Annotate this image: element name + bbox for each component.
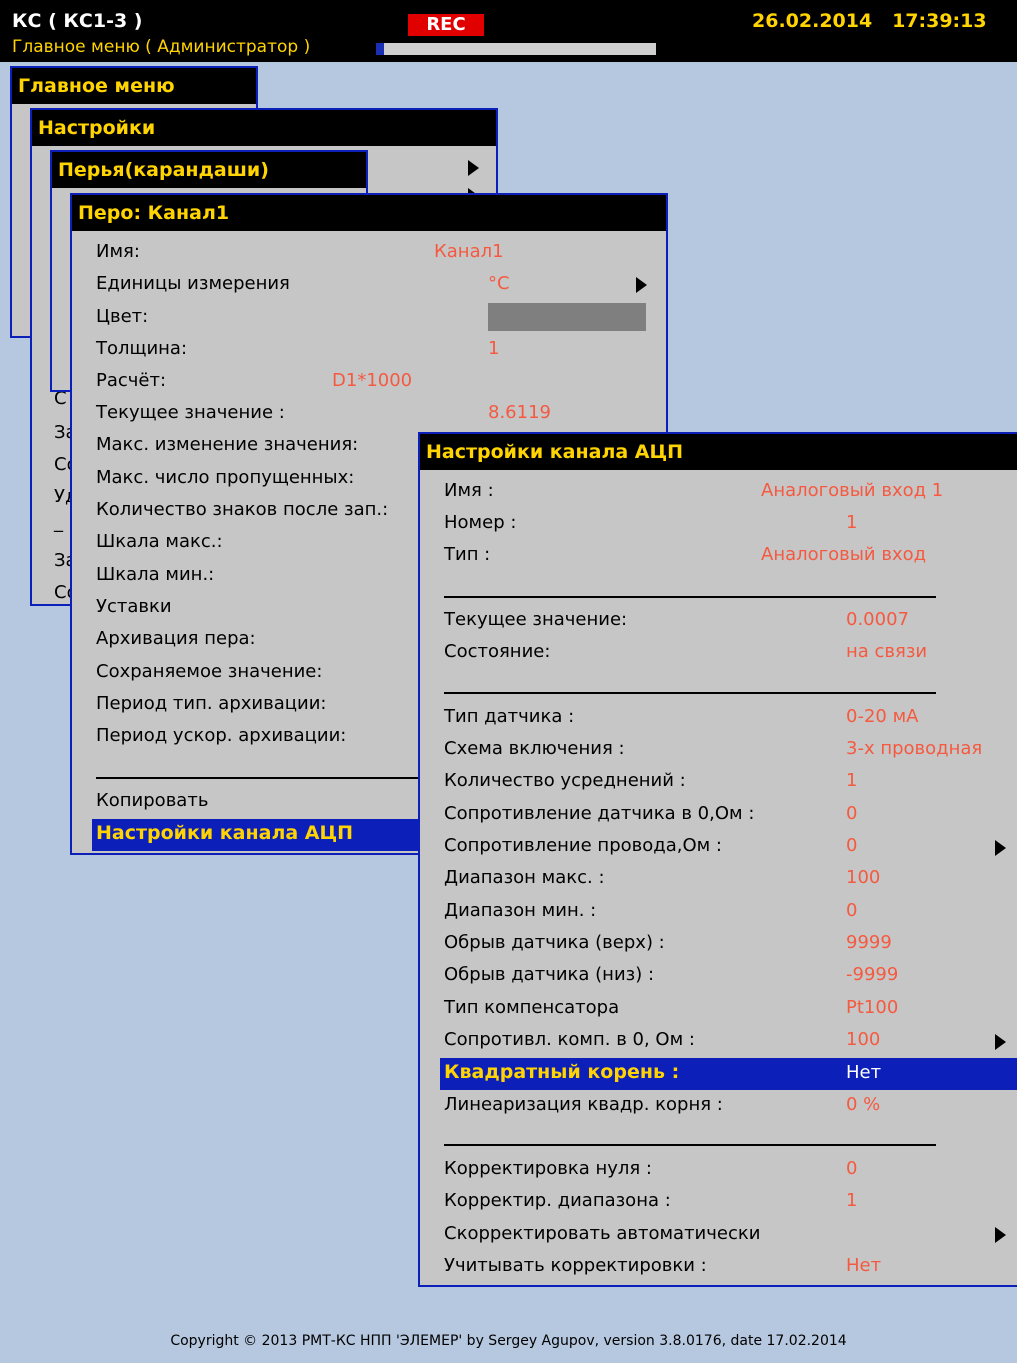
- adc-comp-res-value: 100: [846, 1029, 881, 1050]
- device-title: КС ( КС1-3 ): [12, 10, 143, 32]
- copy-button[interactable]: Копировать: [96, 790, 208, 811]
- main-menu-title[interactable]: Главное меню: [12, 68, 256, 104]
- adc-range-min-label[interactable]: Диапазон мин. :: [444, 900, 596, 921]
- pen-archive-period-label[interactable]: Период тип. архивации:: [96, 693, 326, 714]
- breadcrumb: Главное меню ( Администратор ): [12, 37, 311, 57]
- adc-current-label[interactable]: Текущее значение:: [444, 609, 627, 630]
- adc-current-value: 0.0007: [846, 609, 909, 630]
- adc-scheme-label[interactable]: Схема включения :: [444, 738, 625, 759]
- pen-thickness-value: 1: [488, 338, 500, 359]
- adc-break-low-label[interactable]: Обрыв датчика (низ) :: [444, 964, 654, 985]
- adc-use-corr-value: Нет: [846, 1255, 882, 1276]
- adc-range-corr-label[interactable]: Корректир. диапазона :: [444, 1190, 671, 1211]
- sqrt-row-selected[interactable]: Квадратный корень : Нет: [440, 1058, 1017, 1090]
- adc-settings-item-label: Настройки канала АЦП: [96, 822, 354, 844]
- datetime: 26.02.2014 17:39:13: [752, 10, 987, 32]
- pen-units-value: °C: [488, 273, 510, 294]
- adc-sensor-type-value: 0-20 мА: [846, 706, 919, 727]
- adc-sensor-res-value: 0: [846, 803, 858, 824]
- divider: [444, 1144, 936, 1146]
- pen-calc-value: D1*1000: [332, 370, 413, 391]
- pen-archive-label[interactable]: Архивация пера:: [96, 628, 256, 649]
- adc-state-value: на связи: [846, 641, 928, 662]
- pen-saved-value-label[interactable]: Сохраняемое значение:: [96, 661, 322, 682]
- pens-title[interactable]: Перья(карандаши): [52, 152, 366, 188]
- adc-settings-item[interactable]: Настройки канала АЦП: [92, 819, 432, 851]
- adc-wire-res-value: 0: [846, 835, 858, 856]
- adc-break-high-label[interactable]: Обрыв датчика (верх) :: [444, 932, 665, 953]
- pen-thickness-label[interactable]: Толщина:: [96, 338, 187, 359]
- adc-averaging-value: 1: [846, 770, 858, 791]
- divider: [444, 692, 936, 694]
- adc-name-label[interactable]: Имя :: [444, 480, 494, 501]
- adc-comp-res-label[interactable]: Сопротивл. комп. в 0, Ом :: [444, 1029, 695, 1050]
- adc-name-value: Аналоговый вход 1: [761, 480, 944, 501]
- adc-sqrt-lin-value: 0 %: [846, 1094, 881, 1115]
- pen-scale-max-label[interactable]: Шкала макс.:: [96, 531, 223, 552]
- submenu-arrow-icon: [995, 1227, 1006, 1243]
- adc-averaging-label[interactable]: Количество усреднений :: [444, 770, 686, 791]
- adc-sensor-res-label[interactable]: Сопротивление датчика в 0,Ом :: [444, 803, 754, 824]
- adc-type-label[interactable]: Тип :: [444, 544, 490, 565]
- pen-setpoints-label[interactable]: Уставки: [96, 596, 172, 617]
- adc-comp-type-label[interactable]: Тип компенсатора: [444, 997, 619, 1018]
- divider: [96, 777, 426, 779]
- adc-use-corr-label[interactable]: Учитывать корректировки :: [444, 1255, 707, 1276]
- adc-break-low-value: -9999: [846, 964, 899, 985]
- adc-range-corr-value: 1: [846, 1190, 858, 1211]
- submenu-arrow-icon: [636, 277, 647, 293]
- adc-title: Настройки канала АЦП: [420, 434, 1017, 470]
- adc-wire-res-label[interactable]: Сопротивление провода,Ом :: [444, 835, 722, 856]
- pen-name-label[interactable]: Имя:: [96, 241, 140, 262]
- pen-current-label[interactable]: Текущее значение :: [96, 402, 285, 423]
- adc-comp-type-value: Pt100: [846, 997, 899, 1018]
- pen-current-value: 8.6119: [488, 402, 551, 423]
- divider: [444, 596, 936, 598]
- adc-sqrt-label: Квадратный корень :: [444, 1061, 680, 1083]
- pen-title: Перо: Канал1: [72, 195, 666, 231]
- copyright: Copyright © 2013 РМТ-КС НПП 'ЭЛЕМЕР' by …: [170, 1333, 847, 1349]
- adc-auto-corr-label[interactable]: Скорректировать автоматически: [444, 1223, 760, 1244]
- date-text: 26.02.2014: [752, 10, 873, 32]
- menu-separator: _: [54, 512, 63, 533]
- adc-range-max-label[interactable]: Диапазон макс. :: [444, 867, 605, 888]
- adc-range-min-value: 0: [846, 900, 858, 921]
- progress-fill: [376, 43, 385, 55]
- adc-number-value: 1: [846, 512, 858, 533]
- pen-max-change-label[interactable]: Макс. изменение значения:: [96, 434, 358, 455]
- adc-break-high-value: 9999: [846, 932, 892, 953]
- adc-number-label[interactable]: Номер :: [444, 512, 516, 533]
- submenu-arrow-icon: [995, 840, 1006, 856]
- adc-zero-corr-value: 0: [846, 1158, 858, 1179]
- submenu-arrow-icon: [995, 1034, 1006, 1050]
- adc-sqrt-value: Нет: [846, 1062, 882, 1083]
- time-text: 17:39:13: [892, 10, 987, 32]
- adc-sensor-type-label[interactable]: Тип датчика :: [444, 706, 574, 727]
- submenu-arrow-icon: [468, 160, 479, 176]
- adc-range-max-value: 100: [846, 867, 881, 888]
- pen-decimals-label[interactable]: Количество знаков после зап.:: [96, 499, 388, 520]
- adc-state-label[interactable]: Состояние:: [444, 641, 550, 662]
- pen-max-missed-label[interactable]: Макс. число пропущенных:: [96, 467, 354, 488]
- pen-color-label[interactable]: Цвет:: [96, 306, 148, 327]
- adc-type-value: Аналоговый вход: [761, 544, 927, 565]
- adc-sqrt-lin-label[interactable]: Линеаризация квадр. корня :: [444, 1094, 723, 1115]
- settings-title[interactable]: Настройки: [32, 110, 496, 146]
- pen-calc-label[interactable]: Расчёт:: [96, 370, 166, 391]
- pen-name-value: Канал1: [434, 241, 504, 262]
- adc-zero-corr-label[interactable]: Корректировка нуля :: [444, 1158, 652, 1179]
- pen-scale-min-label[interactable]: Шкала мин.:: [96, 564, 214, 585]
- pen-color-swatch[interactable]: [488, 303, 646, 331]
- pen-fast-archive-label[interactable]: Период ускор. архивации:: [96, 725, 346, 746]
- adc-scheme-value: 3-х проводная: [846, 738, 983, 759]
- adc-settings-window: Настройки канала АЦП Имя : Аналоговый вх…: [418, 432, 1017, 1287]
- rec-indicator: REC: [408, 14, 484, 36]
- pen-units-label[interactable]: Единицы измерения: [96, 273, 290, 294]
- progress-bar: [376, 43, 656, 55]
